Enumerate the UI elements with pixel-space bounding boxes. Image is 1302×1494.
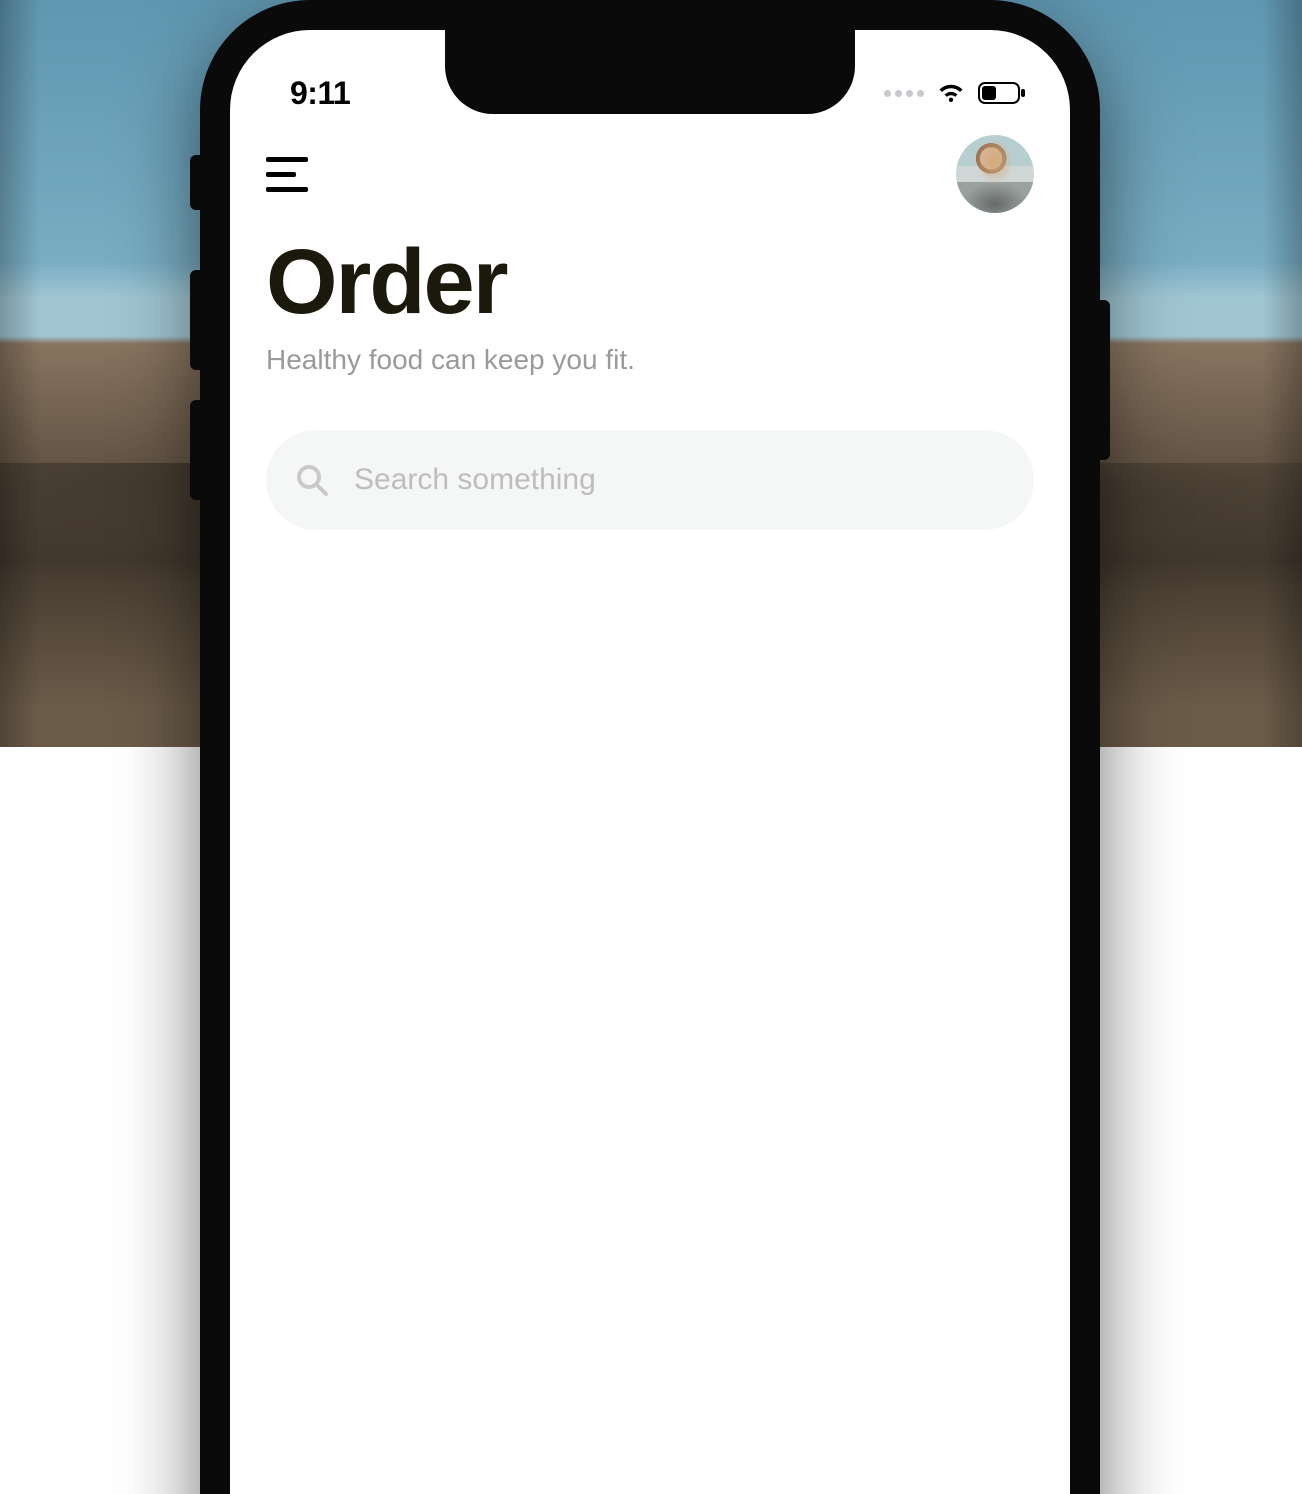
menu-icon xyxy=(266,187,308,192)
search-icon xyxy=(294,462,330,498)
notch xyxy=(445,30,855,114)
menu-button[interactable] xyxy=(266,155,308,193)
volume-up-button[interactable] xyxy=(190,270,200,370)
profile-avatar[interactable] xyxy=(956,135,1034,213)
menu-icon xyxy=(266,157,308,162)
search-input[interactable] xyxy=(354,463,1006,497)
mute-switch[interactable] xyxy=(190,155,200,210)
phone-frame: 9:11 xyxy=(200,0,1100,1494)
battery-icon xyxy=(978,82,1026,104)
status-time: 9:11 xyxy=(290,75,350,112)
phone-screen: 9:11 xyxy=(230,30,1070,1494)
search-field[interactable] xyxy=(266,430,1034,530)
headline: Order Healthy food can keep you fit. xyxy=(266,236,1034,376)
status-icons xyxy=(884,82,1026,104)
wifi-icon xyxy=(936,82,966,104)
app-header xyxy=(230,135,1070,213)
search-container xyxy=(266,430,1034,530)
menu-icon xyxy=(266,172,296,177)
page-subtitle: Healthy food can keep you fit. xyxy=(266,344,1034,376)
page-title: Order xyxy=(266,236,1034,328)
cellular-icon xyxy=(884,90,924,97)
volume-down-button[interactable] xyxy=(190,400,200,500)
power-button[interactable] xyxy=(1100,300,1110,460)
